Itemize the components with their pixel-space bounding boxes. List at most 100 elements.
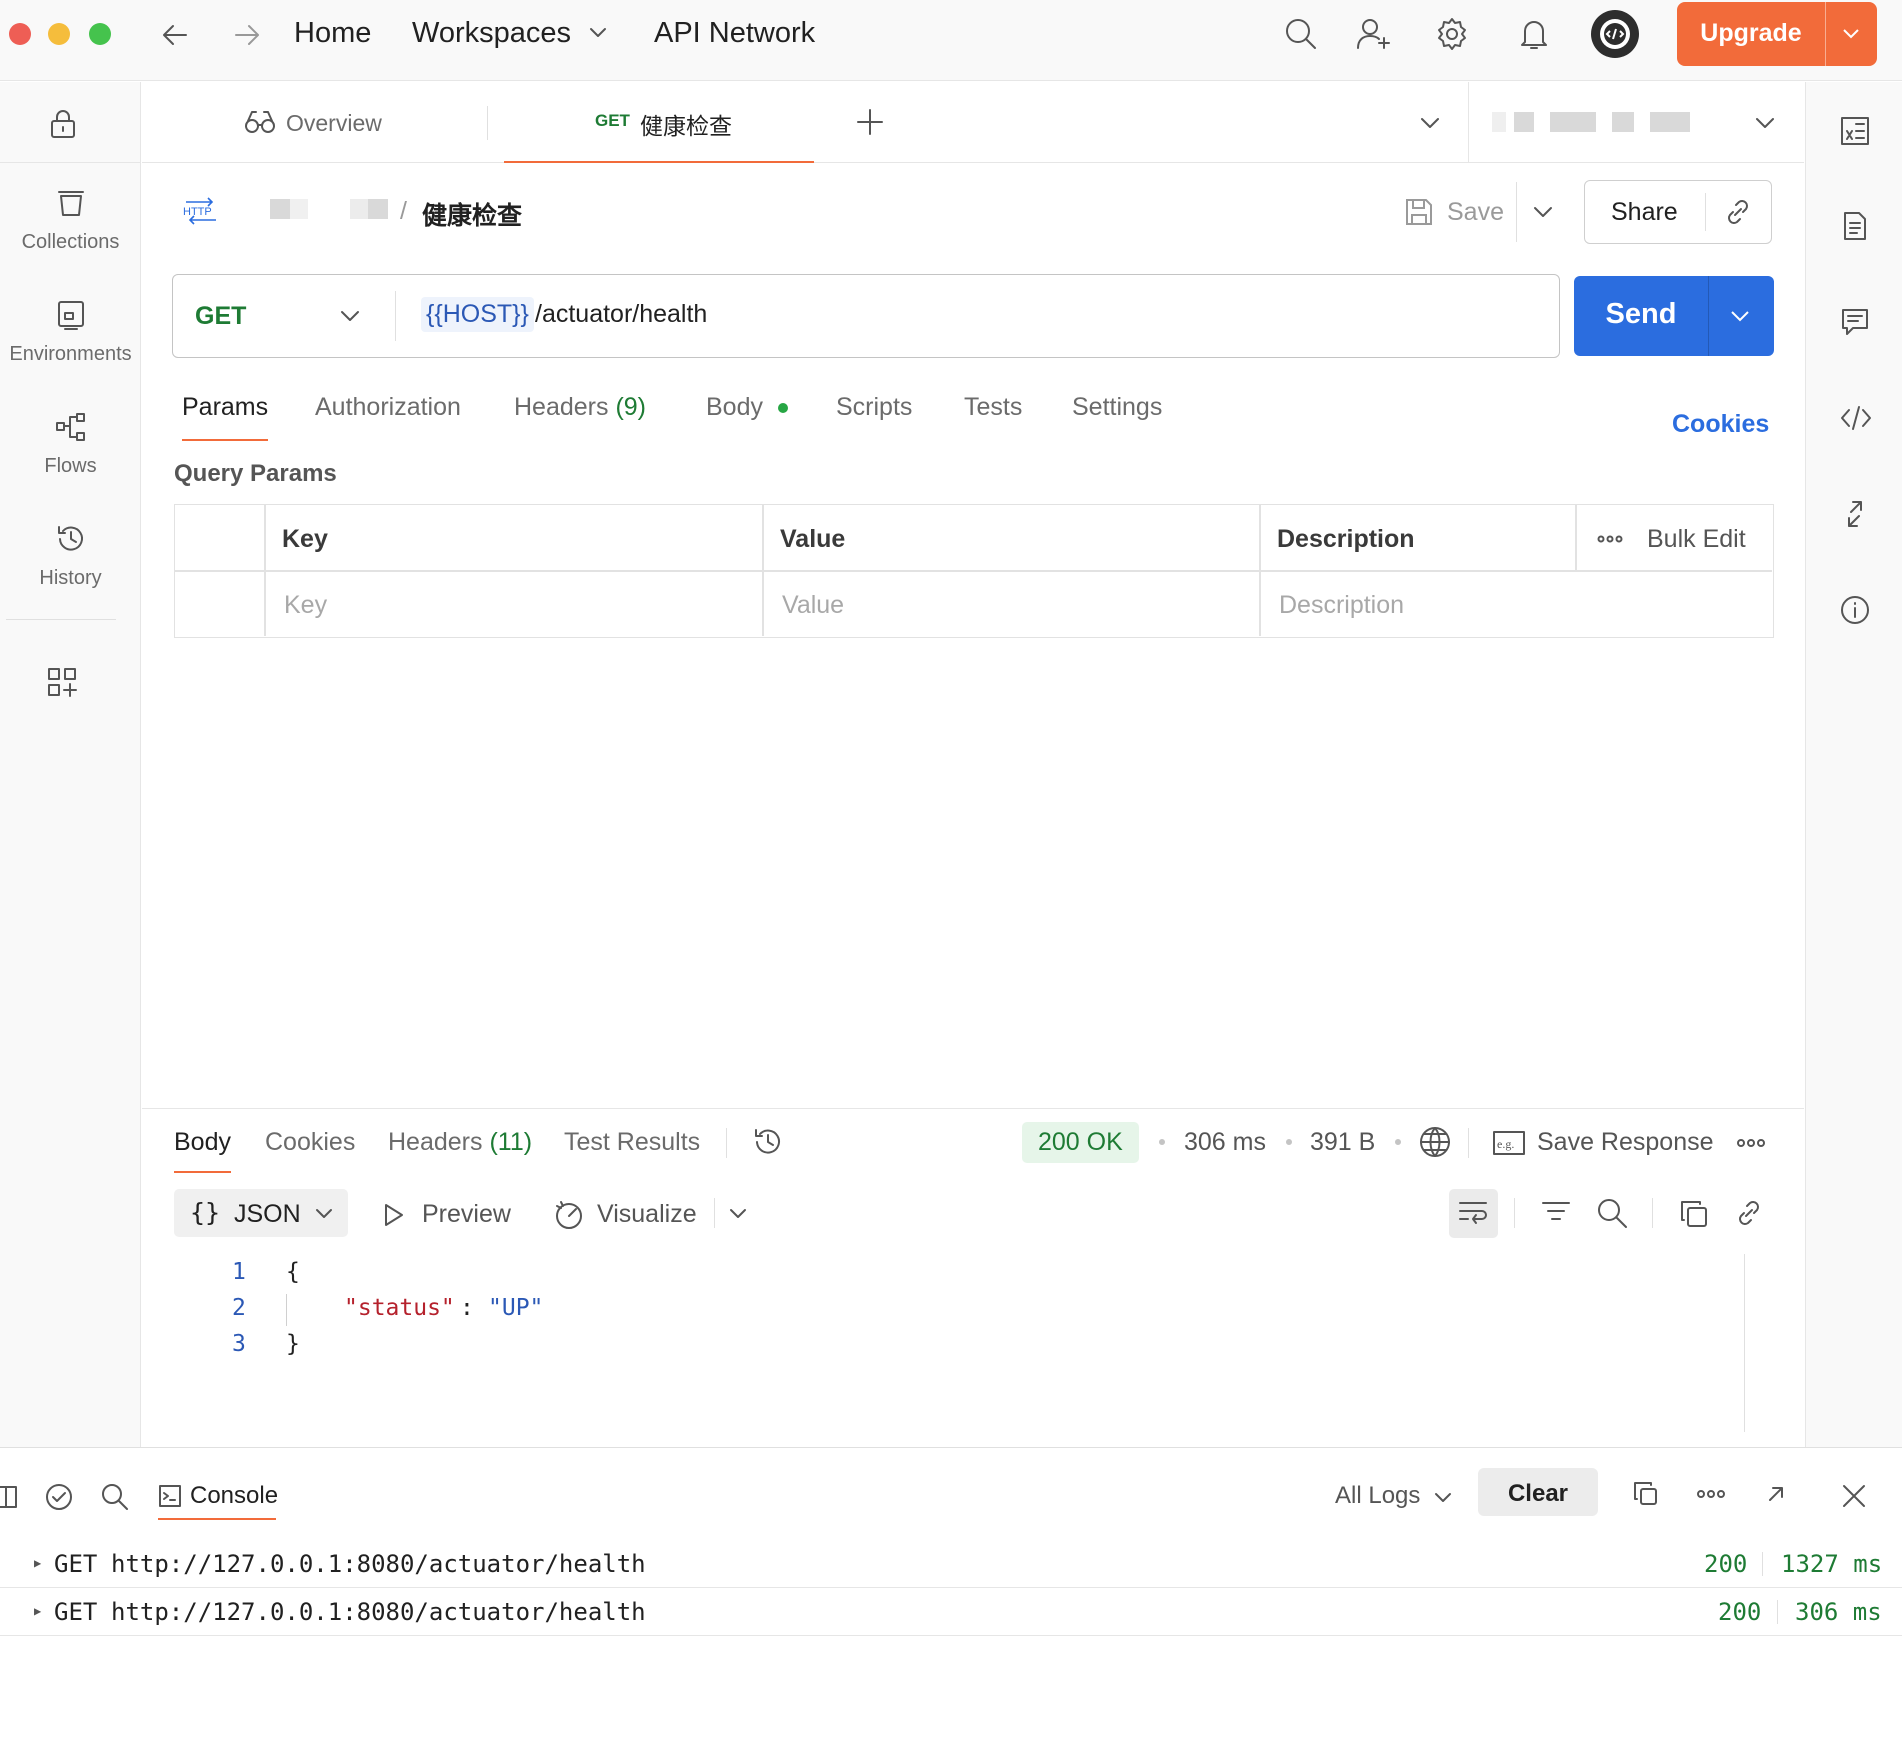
chevron-down-icon[interactable] <box>588 26 608 40</box>
clear-button[interactable]: Clear <box>1478 1468 1598 1516</box>
bulk-edit-button[interactable]: Bulk Edit <box>1647 525 1746 554</box>
url-host-variable[interactable]: {{HOST}} <box>421 297 534 332</box>
code-icon[interactable] <box>1839 402 1873 434</box>
more-options-icon[interactable] <box>1597 535 1623 543</box>
log-level-select[interactable]: All Logs <box>1335 1482 1465 1514</box>
search-icon[interactable] <box>1283 16 1319 52</box>
lock-icon[interactable] <box>48 108 78 140</box>
sidebar-item-label: Flows <box>44 455 97 477</box>
more-options-icon[interactable] <box>1696 1489 1726 1499</box>
log-row[interactable]: ▶ GET http://127.0.0.1:8080/actuator/hea… <box>0 1540 1902 1588</box>
tab-tests[interactable]: Tests <box>964 393 1022 422</box>
copy-icon[interactable] <box>1632 1480 1660 1508</box>
tab-authorization[interactable]: Authorization <box>315 393 461 422</box>
request-name[interactable]: 健康检查 <box>422 196 522 232</box>
new-tab-plus-icon[interactable] <box>855 107 885 137</box>
save-options-chevron-down-icon[interactable] <box>1532 205 1554 219</box>
line-number: 1 <box>232 1259 246 1285</box>
cookies-link[interactable]: Cookies <box>1672 410 1769 439</box>
response-body-editor[interactable]: 1 { 2 "status" : "UP" 3 } <box>142 1254 1747 1434</box>
filter-icon[interactable] <box>1540 1198 1572 1228</box>
nav-api-network[interactable]: API Network <box>654 17 815 50</box>
sidebar-item-collections[interactable]: Collections <box>0 187 141 254</box>
copy-link-icon[interactable] <box>1723 197 1753 227</box>
nav-workspaces[interactable]: Workspaces <box>412 17 571 50</box>
nav-home[interactable]: Home <box>294 17 371 50</box>
response-history-icon[interactable] <box>752 1126 784 1158</box>
upgrade-button[interactable]: Upgrade <box>1677 2 1877 66</box>
environment-selector[interactable] <box>1492 108 1762 138</box>
response-divider[interactable] <box>142 1108 1804 1109</box>
search-icon[interactable] <box>1595 1196 1629 1230</box>
documentation-icon[interactable] <box>1839 210 1871 242</box>
response-tab-cookies[interactable]: Cookies <box>265 1128 355 1157</box>
notifications-bell-icon[interactable] <box>1516 16 1552 52</box>
avatar[interactable] <box>1590 9 1640 59</box>
more-options-icon[interactable] <box>1736 1138 1766 1148</box>
sidebar-item-flows[interactable]: Flows <box>0 411 141 478</box>
send-button[interactable]: Send <box>1574 276 1774 356</box>
variables-icon[interactable] <box>1839 115 1871 147</box>
save-response-button[interactable]: e.g. Save Response <box>1492 1126 1714 1160</box>
editor-scrollbar[interactable] <box>1744 1254 1745 1432</box>
save-button[interactable]: Save <box>1403 194 1504 230</box>
info-icon[interactable] <box>1839 594 1871 626</box>
param-description-input[interactable]: Description <box>1279 591 1404 620</box>
tab-overview-label: Overview <box>286 110 382 136</box>
invite-user-icon[interactable] <box>1356 16 1392 52</box>
forward-arrow-icon[interactable] <box>232 20 262 50</box>
response-size[interactable]: 391 B <box>1310 1128 1375 1157</box>
chevron-down-icon[interactable] <box>1841 27 1861 41</box>
tab-settings[interactable]: Settings <box>1072 393 1162 422</box>
network-globe-icon[interactable] <box>1418 1125 1452 1159</box>
sidebar-item-environments[interactable]: Environments <box>0 299 141 366</box>
response-tab-test-results[interactable]: Test Results <box>564 1128 700 1157</box>
response-tab-headers[interactable]: Headers (11) <box>388 1128 532 1157</box>
back-arrow-icon[interactable] <box>160 20 190 50</box>
sidebar-item-history[interactable]: History <box>0 523 141 590</box>
link-icon[interactable] <box>1734 1198 1764 1228</box>
toggle-sidebar-icon[interactable] <box>0 1484 20 1510</box>
method-select[interactable]: GET <box>173 275 393 356</box>
wrap-lines-button[interactable] <box>1449 1189 1498 1238</box>
copy-icon[interactable] <box>1678 1198 1710 1230</box>
comments-icon[interactable] <box>1839 306 1871 338</box>
runner-check-icon[interactable] <box>44 1482 74 1512</box>
send-options-chevron-down-icon[interactable] <box>1729 309 1751 323</box>
tab-health-check[interactable]: GET 健康检查 <box>504 82 814 163</box>
tab-scripts[interactable]: Scripts <box>836 393 912 422</box>
window-close-button[interactable] <box>9 23 31 45</box>
visualize-chevron-down-icon[interactable] <box>728 1208 748 1220</box>
preview-button[interactable]: Preview <box>382 1198 522 1232</box>
share-button[interactable]: Share <box>1584 180 1772 244</box>
tab-headers[interactable]: Headers (9) <box>514 393 646 422</box>
expand-caret-icon[interactable]: ▶ <box>34 1604 41 1618</box>
close-icon[interactable] <box>1840 1482 1868 1510</box>
expand-caret-icon[interactable]: ▶ <box>34 1556 41 1570</box>
log-url: http://127.0.0.1:8080/actuator/health <box>111 1598 646 1626</box>
settings-gear-icon[interactable] <box>1434 16 1470 52</box>
find-icon[interactable] <box>100 1482 130 1512</box>
pop-out-arrow-icon[interactable] <box>1764 1482 1788 1506</box>
url-input[interactable]: {{HOST}} /actuator/health <box>421 275 1551 356</box>
param-value-input[interactable]: Value <box>782 591 844 620</box>
response-tab-body[interactable]: Body <box>174 1128 231 1173</box>
tab-list-chevron-down-icon[interactable] <box>1419 116 1441 130</box>
breadcrumb-separator: / <box>400 197 407 225</box>
add-apps-icon[interactable] <box>46 666 78 698</box>
tab-body[interactable]: Body <box>706 393 788 422</box>
tab-params[interactable]: Params <box>182 393 269 441</box>
window-minimize-button[interactable] <box>48 23 70 45</box>
param-key-input[interactable]: Key <box>284 591 327 620</box>
response-time[interactable]: 306 ms <box>1184 1128 1266 1157</box>
format-select[interactable]: {} JSON <box>174 1189 348 1237</box>
status-badge[interactable]: 200 OK <box>1022 1122 1139 1163</box>
breadcrumb[interactable] <box>268 199 388 225</box>
window-maximize-button[interactable] <box>89 23 111 45</box>
environment-chevron-down-icon[interactable] <box>1754 116 1776 130</box>
log-row[interactable]: ▶ GET http://127.0.0.1:8080/actuator/hea… <box>0 1588 1902 1636</box>
related-collections-icon[interactable] <box>1839 498 1871 530</box>
visualize-button[interactable]: Visualize <box>553 1196 713 1232</box>
console-tab[interactable]: Console <box>158 1472 278 1520</box>
overview-binoculars-icon <box>245 111 275 133</box>
